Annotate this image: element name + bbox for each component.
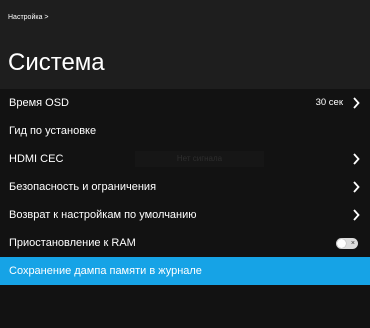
no-signal-overlay: Нет сигнала: [135, 151, 264, 167]
menu-item-value: 30 сек: [315, 97, 343, 108]
menu-item-label: Время OSD: [9, 97, 69, 109]
menu-item-security[interactable]: Безопасность и ограничения: [0, 173, 370, 201]
menu-item-suspend-to-ram[interactable]: Приостановление к RAM ×: [0, 229, 370, 257]
chevron-right-icon: [352, 181, 360, 193]
settings-panel: Настройка > Система Время OSD 30 сек Гид…: [0, 0, 370, 328]
suspend-toggle[interactable]: ×: [336, 238, 358, 249]
chevron-right-icon: [352, 97, 360, 109]
chevron-right-icon: [352, 209, 360, 221]
menu-item-label: Гид по установке: [9, 125, 97, 137]
menu-item-label: Сохранение дампа памяти в журнале: [9, 265, 202, 277]
menu-item-osd-time[interactable]: Время OSD 30 сек: [0, 89, 370, 117]
menu-item-save-memory-dump[interactable]: Сохранение дампа памяти в журнале: [0, 257, 370, 285]
menu-item-label: Безопасность и ограничения: [9, 181, 157, 193]
toggle-knob: [337, 239, 346, 248]
page-title: Система: [0, 36, 370, 89]
close-icon: ×: [350, 240, 355, 247]
menu-item-label: HDMI CEC: [9, 153, 64, 165]
menu-item-setup-guide[interactable]: Гид по установке: [0, 117, 370, 145]
menu-item-label: Приостановление к RAM: [9, 237, 136, 249]
breadcrumb[interactable]: Настройка >: [0, 0, 370, 36]
chevron-right-icon: [352, 153, 360, 165]
menu-item-factory-reset[interactable]: Возврат к настройкам по умолчанию: [0, 201, 370, 229]
menu-item-label: Возврат к настройкам по умолчанию: [9, 209, 197, 221]
settings-list: Время OSD 30 сек Гид по установке HDMI C…: [0, 89, 370, 285]
